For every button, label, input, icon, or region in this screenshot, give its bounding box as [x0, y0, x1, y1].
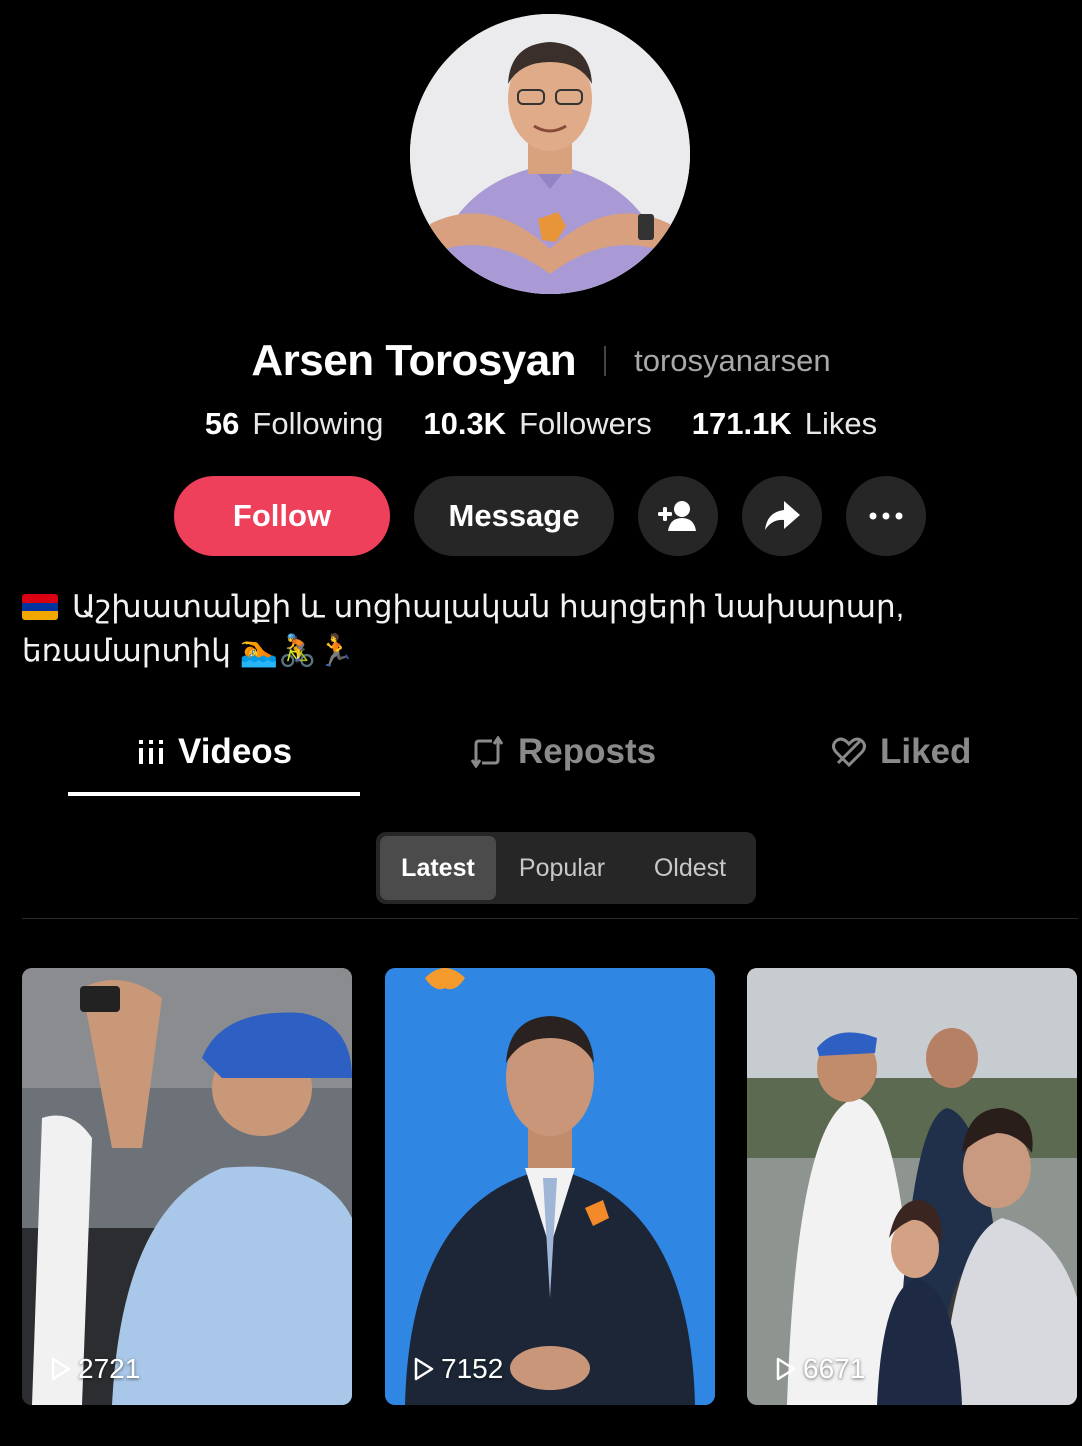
tab-videos-label: Videos: [178, 732, 293, 771]
grid-icon: [139, 740, 163, 764]
username-handle: torosyanarsen: [634, 343, 831, 378]
add-person-icon: [658, 501, 696, 531]
add-friend-button[interactable]: [638, 476, 718, 556]
bio-line-1: Աշխատանքի և սոցիալական հարցերի նախարար,: [22, 585, 1062, 629]
tab-liked[interactable]: Liked: [832, 720, 971, 784]
video-thumbnail: [385, 968, 715, 1405]
video-tile[interactable]: 6671: [747, 968, 1077, 1405]
play-icon: [414, 1357, 434, 1381]
repost-icon: [470, 736, 504, 768]
stat-followers-label: Followers: [519, 406, 652, 441]
sort-oldest[interactable]: Oldest: [628, 836, 752, 900]
avatar-photo: [410, 14, 690, 294]
share-button[interactable]: [742, 476, 822, 556]
sort-latest[interactable]: Latest: [380, 836, 496, 900]
view-count-value: 6671: [803, 1353, 866, 1384]
message-button[interactable]: Message: [414, 476, 614, 556]
armenia-flag-icon: [22, 594, 58, 620]
sort-segmented-control: Latest Popular Oldest: [376, 832, 756, 904]
bio-text-2: եռամարտիկ 🏊🚴🏃: [22, 633, 356, 668]
display-name: Arsen Torosyan: [251, 336, 577, 385]
stat-likes[interactable]: 171.1K Likes: [692, 406, 877, 442]
tab-liked-label: Liked: [880, 732, 972, 771]
name-separator: [604, 346, 607, 376]
tab-reposts-label: Reposts: [518, 732, 657, 771]
video-tile[interactable]: 2721: [22, 968, 352, 1405]
stat-followers-count: 10.3K: [423, 406, 507, 441]
play-icon: [776, 1357, 796, 1381]
stat-following-count: 56: [204, 406, 240, 441]
bio-text-1: Աշխատանքի և սոցիալական հարցերի նախարար,: [72, 589, 905, 624]
profile-actions: Follow Message: [174, 476, 926, 556]
more-options-button[interactable]: [846, 476, 926, 556]
profile-bio: Աշխատանքի և սոցիալական հարցերի նախարար, …: [22, 585, 1062, 673]
view-count-value: 7152: [441, 1353, 504, 1384]
follow-button[interactable]: Follow: [174, 476, 390, 556]
active-tab-underline: [68, 792, 360, 796]
view-count: 6671: [775, 1353, 865, 1385]
stat-followers[interactable]: 10.3K Followers: [423, 406, 651, 442]
stat-following-label: Following: [252, 406, 384, 441]
sort-popular[interactable]: Popular: [496, 836, 628, 900]
stat-following[interactable]: 56 Following: [205, 406, 383, 442]
profile-avatar[interactable]: [410, 14, 690, 294]
stat-likes-label: Likes: [804, 406, 878, 441]
tab-videos[interactable]: Videos: [138, 720, 292, 784]
heart-icon: [832, 737, 866, 767]
more-dots-icon: [869, 512, 903, 520]
profile-name-row: Arsen Torosyan torosyanarsen: [0, 336, 1082, 386]
video-thumbnail: [22, 968, 352, 1405]
tab-reposts[interactable]: Reposts: [470, 720, 656, 784]
share-arrow-icon: [765, 501, 800, 530]
video-thumbnail: [747, 968, 1077, 1405]
view-count: 7152: [413, 1353, 503, 1385]
content-tabs: Videos Reposts Liked: [0, 720, 1082, 800]
video-tile[interactable]: 7152: [385, 968, 715, 1405]
profile-stats: 56 Following 10.3K Followers 171.1K Likes: [0, 406, 1082, 442]
section-divider: [22, 918, 1078, 919]
play-icon: [51, 1357, 71, 1381]
view-count: 2721: [50, 1353, 140, 1385]
view-count-value: 2721: [78, 1353, 141, 1384]
stat-likes-count: 171.1K: [691, 406, 792, 441]
